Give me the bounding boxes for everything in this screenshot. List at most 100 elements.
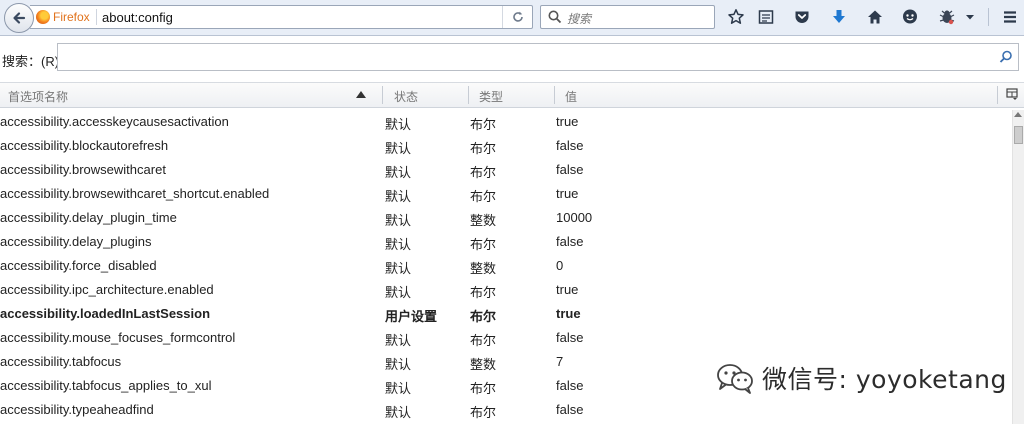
download-button[interactable] — [828, 6, 850, 28]
pref-name: accessibility.typeaheadfind — [0, 402, 154, 417]
reload-button[interactable] — [502, 6, 532, 28]
table-row[interactable]: accessibility.delay_plugin_time 默认 整数 10000 — [0, 206, 1012, 230]
pref-name: accessibility.accesskeycausesactivation — [0, 114, 229, 129]
url-separator — [96, 9, 97, 25]
menu-button[interactable] — [999, 6, 1021, 28]
pref-type: 布尔 — [470, 189, 497, 204]
pref-type: 布尔 — [470, 333, 497, 348]
pref-value: 0 — [556, 258, 564, 273]
scroll-thumb[interactable] — [1014, 126, 1023, 144]
pref-value: false — [556, 138, 584, 153]
pref-name: accessibility.delay_plugins — [0, 234, 152, 249]
pref-type: 整数 — [470, 213, 497, 228]
bookmark-star-icon — [728, 9, 744, 24]
column-header-name[interactable]: 首选项名称 — [8, 88, 68, 105]
pref-type: 布尔 — [470, 309, 497, 324]
filter-input[interactable] — [57, 43, 1019, 71]
pref-name: accessibility.mouse_focuses_formcontrol — [0, 330, 236, 345]
chat-icon — [903, 9, 917, 24]
pref-type: 布尔 — [470, 117, 497, 132]
table-row[interactable]: accessibility.delay_plugins 默认 布尔 false — [0, 230, 1012, 254]
pref-status: 默认 — [385, 141, 412, 156]
pref-value: true — [556, 114, 579, 129]
column-picker-icon[interactable] — [1006, 88, 1018, 100]
column-divider[interactable] — [997, 86, 998, 104]
download-icon — [833, 10, 845, 23]
pref-status: 默认 — [385, 333, 412, 348]
search-placeholder: 搜索 — [567, 12, 592, 26]
pref-value: true — [556, 282, 579, 297]
chevron-down-icon — [966, 15, 974, 20]
reload-icon — [512, 11, 523, 22]
pref-value: false — [556, 162, 584, 177]
search-icon — [548, 10, 562, 24]
pref-status: 默认 — [385, 117, 412, 132]
reading-list-button[interactable] — [755, 6, 777, 28]
pref-type: 布尔 — [470, 405, 497, 420]
identity-label: Firefox — [53, 10, 90, 24]
pref-status: 用户设置 — [385, 309, 438, 324]
pref-status: 默认 — [385, 357, 412, 372]
pocket-button[interactable] — [791, 6, 813, 28]
toolbar-divider — [988, 8, 989, 26]
filter-label: 搜索：(R) — [2, 54, 60, 69]
extension-button[interactable] — [936, 6, 958, 28]
pref-status: 默认 — [385, 381, 412, 396]
wechat-logo-icon — [717, 364, 753, 394]
table-row[interactable]: accessibility.typeaheadfind 默认 布尔 false — [0, 398, 1012, 422]
pref-name: accessibility.tabfocus_applies_to_xul — [0, 378, 212, 393]
vertical-scrollbar[interactable] — [1012, 110, 1024, 424]
site-identity[interactable]: Firefox — [36, 10, 90, 24]
table-row[interactable]: accessibility.ipc_architecture.enabled 默认… — [0, 278, 1012, 302]
pref-type: 布尔 — [470, 237, 497, 252]
firefox-logo-icon — [36, 10, 50, 24]
back-button[interactable] — [4, 3, 34, 33]
watermark-text: 微信号: yoyoketang — [762, 365, 1007, 394]
pocket-icon — [795, 11, 809, 24]
column-divider[interactable] — [554, 86, 555, 104]
pref-type: 布尔 — [470, 141, 497, 156]
pref-value: true — [556, 186, 579, 201]
table-row[interactable]: accessibility.force_disabled 默认 整数 0 — [0, 254, 1012, 278]
pref-name: accessibility.delay_plugin_time — [0, 210, 177, 225]
sort-ascending-icon — [356, 91, 366, 98]
search-icon — [999, 50, 1012, 63]
column-divider[interactable] — [468, 86, 469, 104]
pref-status: 默认 — [385, 261, 412, 276]
column-header-row: 首选项名称 状态 类型 值 — [0, 82, 1024, 108]
pref-status: 默认 — [385, 285, 412, 300]
pref-status: 默认 — [385, 405, 412, 420]
filter-bar: 搜索：(R) — [0, 37, 1024, 79]
table-row[interactable]: accessibility.browsewithcaret 默认 布尔 false — [0, 158, 1012, 182]
table-row[interactable]: accessibility.mouse_focuses_formcontrol 默… — [0, 326, 1012, 350]
chat-button[interactable] — [899, 6, 921, 28]
pref-status: 默认 — [385, 165, 412, 180]
home-button[interactable] — [864, 6, 886, 28]
column-header-status[interactable]: 状态 — [394, 88, 418, 105]
pref-type: 整数 — [470, 357, 497, 372]
pref-type: 布尔 — [470, 285, 497, 300]
url-bar[interactable]: Firefox about:config — [30, 5, 533, 29]
scroll-up-arrow-icon[interactable] — [1014, 112, 1022, 117]
table-row[interactable]: accessibility.blockautorefresh 默认 布尔 false — [0, 134, 1012, 158]
pref-value: false — [556, 330, 584, 345]
navigation-toolbar: Firefox about:config 搜索 — [0, 0, 1024, 36]
search-box[interactable]: 搜索 — [540, 5, 715, 29]
column-header-value[interactable]: 值 — [565, 88, 577, 105]
pref-status: 默认 — [385, 237, 412, 252]
table-row[interactable]: accessibility.browsewithcaret_shortcut.e… — [0, 182, 1012, 206]
column-header-type[interactable]: 类型 — [479, 88, 503, 105]
table-row[interactable]: accessibility.accesskeycausesactivation 默… — [0, 110, 1012, 134]
pref-value: true — [556, 306, 581, 321]
bookmark-star-button[interactable] — [725, 6, 747, 28]
url-text[interactable]: about:config — [102, 10, 173, 25]
back-arrow-icon — [13, 12, 26, 24]
pref-name: accessibility.browsewithcaret_shortcut.e… — [0, 186, 270, 201]
table-row[interactable]: accessibility.loadedInLastSession 用户设置 布尔 t… — [0, 302, 1012, 326]
extension-dropdown-button[interactable] — [962, 6, 978, 28]
extension-icon — [939, 10, 955, 25]
pref-value: false — [556, 378, 584, 393]
pref-type: 布尔 — [470, 381, 497, 396]
menu-icon — [1004, 11, 1016, 23]
column-divider[interactable] — [382, 86, 383, 104]
